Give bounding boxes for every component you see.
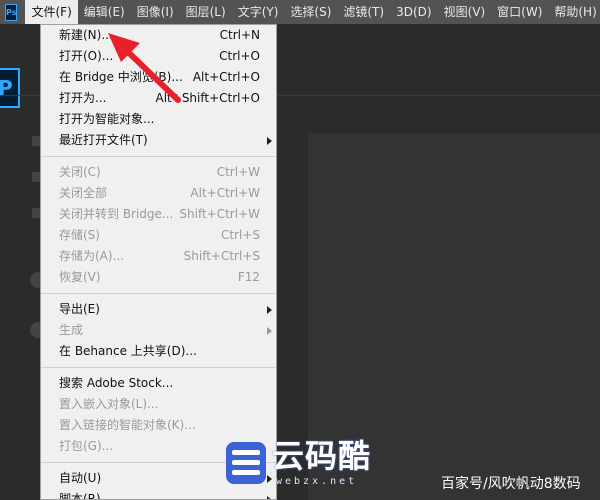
menu-bar: Ps 文件(F) 编辑(E) 图像(I) 图层(L) 文字(Y) 选择(S) 滤镜(T) 3D… [0, 0, 600, 24]
menu-item-shortcut: Alt+Ctrl+W [190, 186, 260, 200]
menu-item-label: 关闭全部 [59, 186, 108, 200]
photoshop-logo: P [0, 68, 20, 108]
menubar-item[interactable]: 滤镜(T) [337, 0, 390, 24]
menu-item-shortcut: Shift+Ctrl+S [183, 249, 260, 263]
menu-item-label: 存储为(A)... [59, 249, 125, 263]
watermark-brand: 云码酷 [272, 437, 372, 475]
menu-item-label: 搜索 Adobe Stock... [59, 376, 174, 390]
menu-item-label: 打包(G)... [59, 439, 114, 453]
menu-item-label: 在 Behance 上共享(D)... [59, 344, 197, 358]
file-menu-item[interactable]: 在 Behance 上共享(D)... [41, 341, 276, 362]
file-menu-item: 存储(S) Ctrl+S [41, 225, 276, 246]
menu-item-shortcut: Ctrl+S [220, 228, 260, 242]
menubar-item[interactable]: 图像(I) [131, 0, 180, 24]
menubar-item[interactable]: 帮助(H) [548, 0, 600, 24]
menu-item-label: 新建(N)... [59, 28, 113, 42]
menubar-item[interactable]: 选择(S) [284, 0, 337, 24]
menu-item-shortcut: Ctrl+O [219, 49, 260, 63]
file-menu-item: 生成 [41, 320, 276, 341]
file-menu-item[interactable]: 搜索 Adobe Stock... [41, 373, 276, 394]
file-menu-item[interactable]: 最近打开文件(T) [41, 130, 276, 151]
file-menu-item[interactable]: 在 Bridge 中浏览(B)... Alt+Ctrl+O [41, 67, 276, 88]
file-menu-item[interactable]: 打开(O)... Ctrl+O [41, 46, 276, 67]
file-menu-item: 存储为(A)... Shift+Ctrl+S [41, 246, 276, 267]
menu-item-shortcut: Shift+Ctrl+W [179, 207, 260, 221]
file-menu-item[interactable]: 脚本(R) [41, 489, 276, 500]
file-menu-item[interactable]: 打开为智能对象... [41, 109, 276, 130]
menu-item-shortcut: F12 [237, 270, 260, 284]
file-menu-item: 关闭(C) Ctrl+W [41, 162, 276, 183]
menubar-item[interactable]: 3D(D) [390, 0, 437, 24]
file-menu-item: 置入嵌入对象(L)... [41, 394, 276, 415]
menu-item-label: 生成 [59, 323, 84, 337]
menu-item-label: 最近打开文件(T) [59, 133, 148, 147]
menu-item-label: 存储(S) [59, 228, 100, 242]
menu-separator [41, 293, 276, 294]
menu-item-shortcut: Alt+Ctrl+O [192, 70, 260, 84]
file-menu-item[interactable]: 打开为... Alt+Shift+Ctrl+O [41, 88, 276, 109]
file-menu-item[interactable]: 导出(E) [41, 299, 276, 320]
menu-item-label: 恢复(V) [59, 270, 101, 284]
menu-separator [41, 367, 276, 368]
submenu-arrow-icon [267, 327, 272, 335]
menubar-item[interactable]: 文件(F) [25, 0, 78, 24]
menu-item-label: 脚本(R) [59, 492, 101, 500]
menu-items: 文件(F) 编辑(E) 图像(I) 图层(L) 文字(Y) 选择(S) 滤镜(T) 3D(D)… [25, 0, 600, 24]
menu-separator [41, 156, 276, 157]
menu-item-label: 置入链接的智能对象(K)... [59, 418, 196, 432]
file-menu-item: 关闭并转到 Bridge... Shift+Ctrl+W [41, 204, 276, 225]
file-menu-item: 置入链接的智能对象(K)... [41, 415, 276, 436]
menu-item-label: 打开为智能对象... [59, 112, 155, 126]
file-menu-item: 关闭全部 Alt+Ctrl+W [41, 183, 276, 204]
menu-item-label: 自动(U) [59, 471, 102, 485]
menubar-item[interactable]: 视图(V) [438, 0, 492, 24]
file-menu-item: 恢复(V) F12 [41, 267, 276, 288]
submenu-arrow-icon [267, 496, 272, 499]
watermark-logo-icon [226, 442, 266, 484]
author-credit: 百家号/风吹帆动8数码 [441, 476, 581, 492]
menu-item-shortcut: Alt+Shift+Ctrl+O [155, 91, 260, 105]
menu-item-label: 关闭(C) [59, 165, 101, 179]
file-menu-item[interactable]: 新建(N)... Ctrl+N [41, 25, 276, 46]
menubar-item[interactable]: 窗口(W) [491, 0, 548, 24]
menu-item-shortcut: Ctrl+W [216, 165, 260, 179]
menubar-item[interactable]: 图层(L) [180, 0, 232, 24]
menu-item-label: 打开(O)... [59, 49, 114, 63]
submenu-arrow-icon [267, 137, 272, 145]
menu-item-label: 置入嵌入对象(L)... [59, 397, 159, 411]
file-menu-dropdown: 新建(N)... Ctrl+N 打开(O)... Ctrl+O 在 Bridge 中浏览… [40, 24, 277, 500]
menu-item-label: 在 Bridge 中浏览(B)... [59, 70, 183, 84]
menu-item-label: 打开为... [59, 91, 107, 105]
photoshop-app-icon[interactable]: Ps [5, 3, 18, 21]
menu-item-shortcut: Ctrl+N [219, 28, 260, 42]
menu-item-label: 导出(E) [59, 302, 100, 316]
menubar-item[interactable]: 文字(Y) [232, 0, 285, 24]
submenu-arrow-icon [267, 306, 272, 314]
menubar-item[interactable]: 编辑(E) [78, 0, 131, 24]
watermark-url: webzx.net [276, 476, 358, 487]
menu-item-label: 关闭并转到 Bridge... [59, 207, 174, 221]
